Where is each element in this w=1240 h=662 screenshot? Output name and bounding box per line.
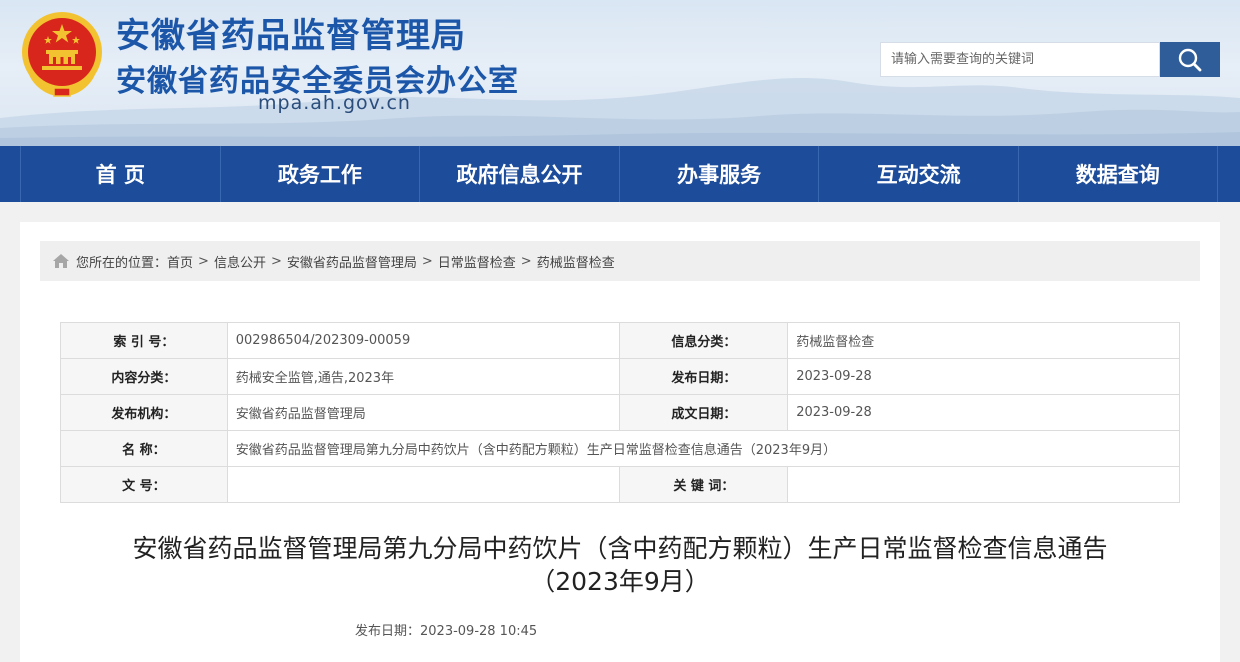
content-category-value: 药械安全监管,通告,2023年 xyxy=(226,358,621,395)
search-icon xyxy=(1178,48,1202,71)
table-row: 内容分类： 药械安全监管,通告,2023年 发布日期： 2023-09-28 xyxy=(60,358,1180,395)
publish-date-value: 2023-09-28 xyxy=(787,358,1180,395)
site-header: 安徽省药品监督管理局 安徽省药品安全委员会办公室 mpa.ah.gov.cn xyxy=(0,0,1240,146)
breadcrumb-separator: > xyxy=(520,253,532,269)
breadcrumb-item-bureau[interactable]: 安徽省药品监督管理局 xyxy=(287,252,417,271)
article-title: 安徽省药品监督管理局第九分局中药饮片（含中药配方颗粒）生产日常监督检查信息通告 … xyxy=(60,532,1180,598)
doc-number-label: 文 号： xyxy=(60,466,228,503)
nav-item-interaction[interactable]: 互动交流 xyxy=(818,146,1018,202)
nav-item-services[interactable]: 办事服务 xyxy=(618,146,819,202)
index-number-value: 002986504/202309-00059 xyxy=(226,322,621,359)
name-label: 名 称： xyxy=(60,430,228,467)
index-number-label: 索 引 号： xyxy=(60,322,228,359)
site-domain: mpa.ah.gov.cn xyxy=(258,92,411,114)
breadcrumb-item-daily-inspection[interactable]: 日常监督检查 xyxy=(438,252,516,271)
breadcrumb-separator: > xyxy=(421,253,433,269)
publisher-label: 发布机构： xyxy=(60,394,228,431)
table-row: 名 称： 安徽省药品监督管理局第九分局中药饮片（含中药配方颗粒）生产日常监督检查… xyxy=(60,430,1181,467)
table-row: 发布机构： 安徽省药品监督管理局 成文日期： 2023-09-28 xyxy=(60,394,1180,431)
name-value: 安徽省药品监督管理局第九分局中药饮片（含中药配方颗粒）生产日常监督检查信息通告（… xyxy=(226,430,1181,467)
main-nav: 首 页 政务工作 政府信息公开 办事服务 互动交流 数据查询 xyxy=(0,146,1240,202)
breadcrumb-item-home[interactable]: 首页 xyxy=(167,252,193,271)
nav-item-government-work[interactable]: 政务工作 xyxy=(219,146,420,202)
national-emblem-icon xyxy=(22,12,102,97)
nav-padding xyxy=(0,146,20,202)
home-icon xyxy=(53,254,69,268)
info-category-label: 信息分类： xyxy=(619,322,789,359)
info-category-value: 药械监督检查 xyxy=(787,322,1180,359)
info-table: 索 引 号： 002986504/202309-00059 信息分类： 药械监督… xyxy=(60,322,1181,503)
nav-item-data-query[interactable]: 数据查询 xyxy=(1017,146,1218,202)
keywords-label: 关 键 词： xyxy=(619,466,789,503)
nav-item-info-disclosure[interactable]: 政府信息公开 xyxy=(419,146,619,202)
article-publish-date: 发布日期：2023-09-28 10:45 xyxy=(355,624,538,639)
publish-date-label: 发布日期： xyxy=(619,358,789,395)
table-row: 文 号： 关 键 词： xyxy=(60,466,1180,503)
doc-number-value xyxy=(226,466,621,503)
content-category-label: 内容分类： xyxy=(60,358,228,395)
breadcrumb-item-drug-device-inspection[interactable]: 药械监督检查 xyxy=(537,252,615,271)
keywords-value xyxy=(787,466,1180,503)
breadcrumb: 您所在的位置： 首页 > 信息公开 > 安徽省药品监督管理局 > 日常监督检查 … xyxy=(40,241,1200,281)
table-row: 索 引 号： 002986504/202309-00059 信息分类： 药械监督… xyxy=(60,322,1180,359)
site-title-primary: 安徽省药品监督管理局 xyxy=(116,16,466,56)
written-date-label: 成文日期： xyxy=(619,394,789,431)
breadcrumb-separator: > xyxy=(198,253,209,269)
written-date-value: 2023-09-28 xyxy=(787,394,1180,431)
article-title-line2: （2023年9月） xyxy=(530,567,710,596)
article-title-line1: 安徽省药品监督管理局第九分局中药饮片（含中药配方颗粒）生产日常监督检查信息通告 xyxy=(132,534,1108,563)
search-input[interactable] xyxy=(880,42,1160,77)
publisher-value: 安徽省药品监督管理局 xyxy=(226,394,621,431)
search-button[interactable] xyxy=(1160,42,1220,77)
breadcrumb-separator: > xyxy=(270,253,282,269)
breadcrumb-item-info-disclosure[interactable]: 信息公开 xyxy=(214,252,266,271)
nav-item-home[interactable]: 首 页 xyxy=(20,146,220,202)
breadcrumb-prefix: 您所在的位置： xyxy=(76,255,168,271)
content-panel: 您所在的位置： 首页 > 信息公开 > 安徽省药品监督管理局 > 日常监督检查 … xyxy=(20,222,1220,662)
